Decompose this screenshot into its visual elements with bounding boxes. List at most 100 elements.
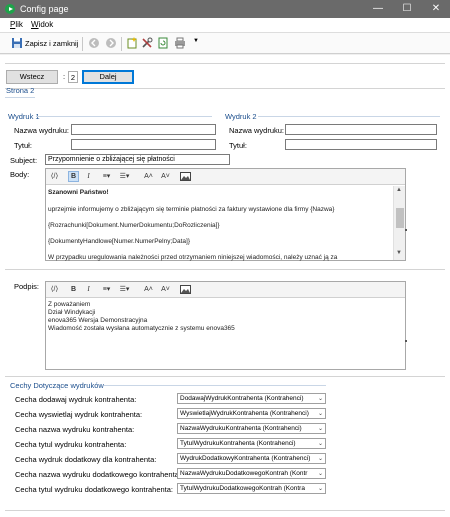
feature-select[interactable]: NazwaWydrukuDodatkowegoKontrah (Kontr ⌄ xyxy=(177,468,326,479)
print2-name-input[interactable] xyxy=(285,124,437,135)
print1-title: Wydruk 1 xyxy=(8,112,40,121)
feature-select[interactable]: DodawajWydrukKontrahenta (Kontrahenci) ⌄ xyxy=(177,393,326,404)
divider xyxy=(5,376,445,377)
back-button[interactable]: Wstecz xyxy=(6,70,58,84)
scroll-up-icon[interactable]: ▲ xyxy=(396,187,402,193)
minimize-button[interactable]: — xyxy=(364,0,392,18)
print2-title-input[interactable] xyxy=(285,139,437,150)
page-number: 2 xyxy=(68,71,78,83)
print-icon[interactable] xyxy=(174,37,186,49)
body-line: {DokumentyHandlowe[Numer.NumerPelny;Data… xyxy=(48,238,190,245)
signature-editor[interactable]: ⟨/⟩ B I ≡▾ ☰▾ A˄ A˅ Z poważaniem Dział W… xyxy=(45,281,406,370)
print1-title-label: Tytuł: xyxy=(14,141,32,150)
resize-grip[interactable] xyxy=(405,340,407,342)
print1-title-input[interactable] xyxy=(71,139,216,150)
font-shrink-icon[interactable]: A˅ xyxy=(160,284,171,295)
window-title: Config page xyxy=(20,4,69,14)
font-grow-icon[interactable]: A˄ xyxy=(143,171,154,182)
chevron-down-icon: ⌄ xyxy=(317,486,323,492)
font-grow-icon[interactable]: A˄ xyxy=(143,284,154,295)
divider xyxy=(5,63,445,64)
app-icon xyxy=(5,4,15,14)
feature-select[interactable]: WyswietlajWydrukKontrahenta (Kontrahenci… xyxy=(177,408,326,419)
maximize-button[interactable]: ☐ xyxy=(393,0,421,18)
signature-line: Z poważaniem xyxy=(48,301,91,308)
chevron-down-icon: ⌄ xyxy=(317,426,323,432)
chevron-down-icon: ⌄ xyxy=(317,471,323,477)
print-dropdown-chevron-icon[interactable]: ▼ xyxy=(193,38,199,44)
menu-bar: Plik Widok xyxy=(0,18,450,32)
body-scrollbar[interactable]: ▲ ▼ xyxy=(393,186,405,260)
page-title-underline xyxy=(5,97,35,98)
chevron-down-icon: ⌄ xyxy=(317,456,323,462)
body-label: Body: xyxy=(10,170,30,179)
print1-group-line xyxy=(36,116,212,117)
page-title: Strona 2 xyxy=(6,86,35,95)
image-icon[interactable] xyxy=(180,171,191,182)
subject-input[interactable]: Przypomnienie o zbliżającej się płatnośc… xyxy=(45,154,230,165)
feature-label: Cecha tytul wydruku kontrahenta: xyxy=(15,440,127,449)
align-icon[interactable]: ≡▾ xyxy=(101,171,112,182)
feature-label: Cecha tytul wydruku dodatkowego kontrahe… xyxy=(15,485,174,494)
feature-select[interactable]: TytulWydrukuKontrahenta (Kontrahenci) ⌄ xyxy=(177,438,326,449)
save-icon[interactable] xyxy=(11,37,23,49)
font-shrink-icon[interactable]: A˅ xyxy=(160,171,171,182)
toolbar: Zapisz i zamknij ▼ xyxy=(0,32,450,54)
divider xyxy=(5,510,445,511)
bold-icon[interactable]: B xyxy=(68,171,79,182)
print1-name-label: Nazwa wydruku: xyxy=(14,126,70,135)
print2-title: Wydruk 2 xyxy=(225,112,257,121)
menu-file[interactable]: Plik xyxy=(10,20,23,29)
feature-label: Cecha wyswietlaj wydruk kontrahenta: xyxy=(15,410,143,419)
title-bar: Config page — ☐ ✕ xyxy=(0,0,450,18)
signature-line: Dział Windykacji xyxy=(48,309,96,316)
config-content: Wstecz : 2 Dalej Strona 2 Wydruk 1 Nazwa… xyxy=(0,55,450,517)
align-icon[interactable]: ≡▾ xyxy=(101,284,112,295)
image-icon[interactable] xyxy=(180,284,191,295)
body-line: W przypadku uregulowania należności prze… xyxy=(48,254,338,261)
feature-label: Cecha nazwa wydruku dodatkowego kontrahe… xyxy=(15,470,181,479)
html-source-icon[interactable]: ⟨/⟩ xyxy=(49,284,60,295)
scroll-thumb[interactable] xyxy=(396,208,404,228)
list-icon[interactable]: ☰▾ xyxy=(119,284,130,295)
feature-label: Cecha dodawaj wydruk kontrahenta: xyxy=(15,395,137,404)
print2-group-line xyxy=(258,116,440,117)
new-document-icon[interactable] xyxy=(126,37,138,49)
print2-title-label: Tytuł: xyxy=(229,141,247,150)
body-editor[interactable]: ⟨/⟩ B I ≡▾ ☰▾ A˄ A˅ Szanowni Państwo! up… xyxy=(45,168,406,261)
italic-icon[interactable]: I xyxy=(83,284,94,295)
feature-label: Cecha wydruk dodatkowy dla kontrahenta: xyxy=(15,455,157,464)
pager-separator: : xyxy=(63,72,66,81)
refresh-document-icon[interactable] xyxy=(157,37,169,49)
toolbar-separator xyxy=(82,37,83,51)
chevron-down-icon: ⌄ xyxy=(317,396,323,402)
html-source-icon[interactable]: ⟨/⟩ xyxy=(49,171,60,182)
feature-select[interactable]: WydrukDodatkowyKontrahenta (Kontrahenci)… xyxy=(177,453,326,464)
divider xyxy=(5,269,445,270)
italic-icon[interactable]: I xyxy=(83,171,94,182)
chevron-down-icon: ⌄ xyxy=(317,411,323,417)
signature-line: Wiadomość została wysłana automatycznie … xyxy=(48,325,235,332)
print1-name-input[interactable] xyxy=(71,124,216,135)
list-icon[interactable]: ☰▾ xyxy=(119,171,130,182)
signature-line: enova365 Wersja Demonstracyjna xyxy=(48,317,148,324)
features-title: Cechy Dotyczące wydruków xyxy=(10,381,104,390)
forward-icon[interactable] xyxy=(105,37,117,49)
resize-grip[interactable] xyxy=(405,229,407,231)
feature-select[interactable]: NazwaWydrukuKontrahenta (Kontrahenci) ⌄ xyxy=(177,423,326,434)
next-button[interactable]: Dalej xyxy=(82,70,134,84)
body-editor-toolbar: ⟨/⟩ B I ≡▾ ☰▾ A˄ A˅ xyxy=(46,169,405,185)
body-line: uprzejmie informujemy o zbliżającym się … xyxy=(48,206,335,213)
back-icon[interactable] xyxy=(88,37,100,49)
body-line: {Rozrachunki[Dokument.NumerDokumentu;DoR… xyxy=(48,222,220,229)
save-close-button[interactable]: Zapisz i zamknij xyxy=(25,39,78,48)
menu-view[interactable]: Widok xyxy=(31,20,53,29)
tools-icon[interactable] xyxy=(141,37,153,49)
subject-label: Subject: xyxy=(10,156,38,165)
scroll-down-icon[interactable]: ▼ xyxy=(396,250,402,256)
body-line: Szanowni Państwo! xyxy=(48,189,109,196)
print2-name-label: Nazwa wydruku: xyxy=(229,126,285,135)
bold-icon[interactable]: B xyxy=(68,284,79,295)
close-button[interactable]: ✕ xyxy=(422,0,450,18)
feature-select[interactable]: TytulWydrukuDodatkowegoKontrah (Kontra ⌄ xyxy=(177,483,326,494)
